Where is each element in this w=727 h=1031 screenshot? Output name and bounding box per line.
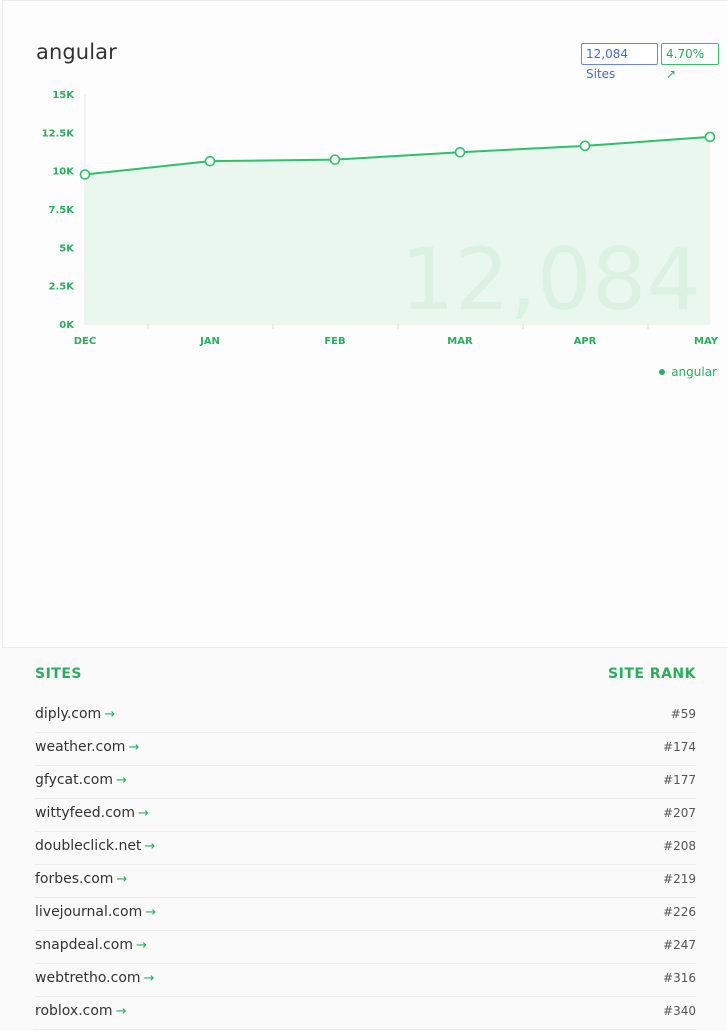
data-point [579, 140, 591, 152]
column-header-sites: SITES [35, 666, 82, 682]
page: angular 12,084 Sites 4.70% ↗ 0K 2.5K 5K 7.5… [0, 0, 727, 1031]
y-tick-label: 12.5K [42, 128, 76, 139]
data-point [79, 169, 91, 180]
data-point [454, 146, 466, 158]
table-row: forbes.com → #219 [35, 865, 696, 898]
arrow-right-icon: → [138, 806, 149, 821]
site-name: wittyfeed.com [35, 805, 135, 821]
site-link[interactable]: snapdeal.com → [35, 937, 147, 953]
site-rank: #316 [663, 971, 696, 985]
arrow-right-icon: → [144, 839, 156, 854]
table-body: diply.com → #59 weather.com → #174 gfycat.com →… [0, 700, 727, 1031]
site-link[interactable]: gfycat.com → [35, 772, 127, 788]
table-row: livejournal.com → #226 [35, 898, 696, 931]
arrow-right-icon: → [115, 773, 127, 788]
arrow-right-icon: → [116, 872, 128, 887]
site-name: webtretho.com [35, 970, 141, 986]
site-rank: #59 [670, 707, 696, 721]
site-link[interactable]: wittyfeed.com → [35, 805, 149, 821]
table-row: gfycat.com → #177 [35, 766, 696, 799]
site-link[interactable]: livejournal.com → [35, 904, 156, 920]
table-row: wittyfeed.com → #207 [35, 799, 696, 832]
site-rank: #226 [663, 905, 696, 919]
x-tick-label: APR [574, 336, 597, 347]
x-tick-label: FEB [324, 336, 345, 347]
site-name: snapdeal.com [35, 937, 133, 953]
arrow-right-icon: → [135, 938, 147, 953]
table-row: roblox.com → #340 [35, 997, 696, 1030]
site-link[interactable]: diply.com → [35, 706, 115, 722]
legend-dot-icon [659, 369, 666, 375]
arrow-right-icon: → [115, 1004, 127, 1019]
y-tick-label: 10K [52, 167, 75, 178]
x-tick-label: DEC [74, 336, 96, 347]
site-rank: #207 [663, 806, 696, 820]
site-rank: #208 [663, 839, 696, 853]
legend-label: angular [671, 365, 717, 379]
y-tick-label: 5K [59, 243, 75, 254]
site-link[interactable]: doubleclick.net → [35, 838, 155, 854]
y-tick-label: 15K [52, 90, 75, 101]
site-rank: #177 [663, 773, 696, 787]
site-name: gfycat.com [35, 772, 113, 788]
site-rank: #219 [663, 872, 696, 886]
table-row: weather.com → #174 [35, 733, 696, 766]
usage-area-chart: 0K 2.5K 5K 7.5K 10K 12.5K 15K DEC JAN FEB MAR APR MA… [42, 90, 719, 347]
arrow-right-icon: → [143, 971, 155, 986]
site-name: forbes.com [35, 871, 114, 887]
column-header-site-rank: SITE RANK [608, 666, 696, 682]
chart-card: angular 12,084 Sites 4.70% ↗ 0K 2.5K 5K 7.5… [2, 0, 727, 648]
data-point [204, 155, 216, 167]
site-rank: #247 [663, 938, 696, 952]
site-link[interactable]: weather.com → [35, 739, 139, 755]
chart-legend[interactable]: angular [659, 365, 717, 379]
site-link[interactable]: forbes.com → [35, 871, 127, 887]
table-row: doubleclick.net → #208 [35, 832, 696, 865]
table-row: diply.com → #59 [35, 700, 696, 733]
y-tick-label: 2.5K [49, 282, 76, 293]
table-row: snapdeal.com → #247 [35, 931, 696, 964]
site-link[interactable]: roblox.com → [35, 1003, 126, 1019]
y-tick-label: 7.5K [49, 205, 76, 216]
site-rank: #174 [663, 740, 696, 754]
x-tick-label: MAR [447, 336, 473, 347]
site-name: diply.com [35, 706, 102, 722]
arrow-right-icon: → [145, 905, 157, 920]
table-header: SITES SITE RANK [0, 648, 727, 700]
site-name: roblox.com [35, 1003, 113, 1019]
arrow-right-icon: → [104, 707, 116, 722]
chart-watermark-value: 12,084 [400, 230, 701, 330]
x-tick-label: JAN [199, 336, 220, 347]
site-name: doubleclick.net [35, 838, 142, 854]
site-name: livejournal.com [35, 904, 143, 920]
table-row: webtretho.com → #316 [35, 964, 696, 997]
x-tick-label: MAY [694, 336, 719, 347]
arrow-right-icon: → [128, 740, 140, 755]
site-rank: #340 [663, 1004, 696, 1018]
data-point [329, 154, 341, 165]
site-link[interactable]: webtretho.com → [35, 970, 154, 986]
data-point [704, 131, 716, 143]
sites-table: SITES SITE RANK diply.com → #59 weather.com… [0, 648, 727, 1031]
y-tick-label: 0K [59, 320, 75, 331]
site-name: weather.com [35, 739, 126, 755]
